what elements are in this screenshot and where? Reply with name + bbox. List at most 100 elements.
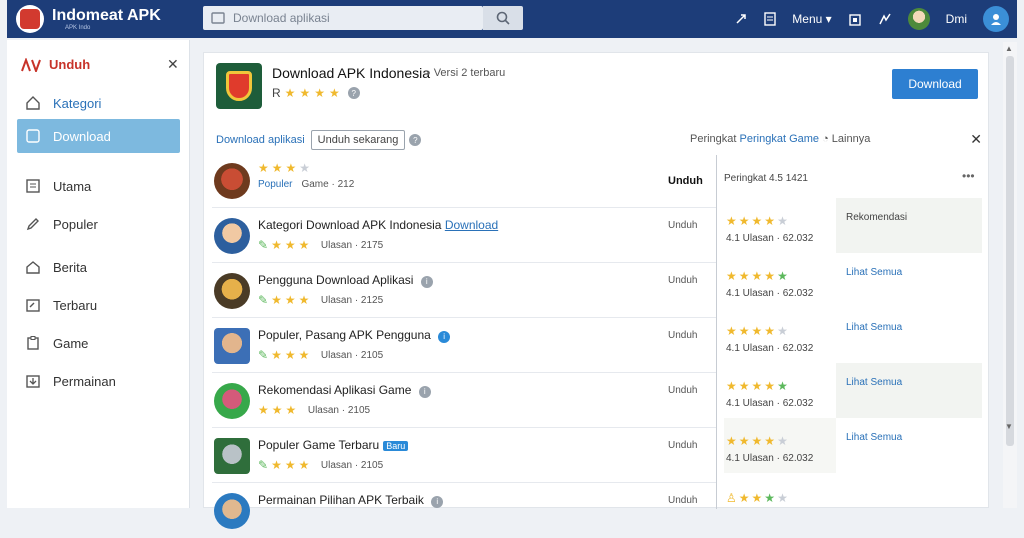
filter-right-prefix: Peringkat xyxy=(690,133,737,145)
list-item[interactable]: ★ ★ ★ ★ Populer Game · 212 Unduh xyxy=(212,153,716,208)
user-icon xyxy=(991,14,1001,25)
row-tag[interactable]: Download xyxy=(445,218,498,232)
scroll-down-icon[interactable]: ▼ xyxy=(1005,422,1013,431)
row-action[interactable]: Unduh xyxy=(668,385,697,396)
row-action[interactable]: Unduh xyxy=(668,275,697,286)
hero-rating: R ★ ★ ★ ★ ? xyxy=(272,86,360,100)
row-name-text: Permainan Pilihan APK Terbaik xyxy=(258,493,424,507)
app-title: Indomeat APK xyxy=(52,7,161,24)
user-avatar[interactable] xyxy=(907,8,930,30)
sidebar-item-berita[interactable]: Berita xyxy=(17,250,180,284)
help-icon[interactable]: ? xyxy=(409,134,422,146)
side-panel[interactable]: Lihat Semua xyxy=(836,253,982,308)
star-icon: ★ xyxy=(777,434,788,448)
main-panel: Download APK Indonesia ◑ Versi 2 terbaru… xyxy=(203,52,989,529)
logo-mark xyxy=(20,9,40,29)
row-action[interactable]: Unduh xyxy=(668,440,697,451)
side-panel[interactable]: Lihat Semua xyxy=(836,363,982,418)
list-item[interactable]: Populer Game Terbaru Baru ✎ ★ ★ ★ Ulasan · 2… xyxy=(212,428,716,483)
clipboard-icon xyxy=(27,336,39,350)
scroll-thumb[interactable] xyxy=(1006,56,1014,446)
side-panel[interactable]: Lihat Semua xyxy=(836,418,982,473)
more-icon[interactable]: ••• xyxy=(962,169,975,183)
sidebar-item-utama[interactable]: Utama xyxy=(17,169,180,203)
info-icon[interactable]: i xyxy=(438,330,451,343)
sidebar-item-populer[interactable]: Populer xyxy=(17,207,180,241)
rating-row-panel: Lihat Semua xyxy=(836,418,982,473)
star-icon: ★ xyxy=(738,434,750,448)
square-icon xyxy=(26,129,40,143)
row-action[interactable]: Unduh xyxy=(668,175,703,187)
star-icon: ★ xyxy=(271,348,282,362)
side-panel[interactable]: Rekomendasi xyxy=(836,198,982,253)
info-icon[interactable]: i xyxy=(418,385,431,398)
hero-meta-text: Versi 2 terbaru xyxy=(433,67,506,79)
star-icon: ★ xyxy=(738,379,750,393)
rating-row: ★ ★ ★ ★ ★ 4.1 Ulasan · 62.032 xyxy=(724,418,836,473)
sidebar-item-download[interactable]: Download xyxy=(17,119,180,153)
star-icon: ★ xyxy=(328,86,340,100)
row-sub-text: Ulasan · 2175 xyxy=(320,239,384,251)
menu-dropdown[interactable]: Menu ▾ xyxy=(792,12,831,26)
row-name-text: Populer Game Terbaru xyxy=(258,438,380,452)
hero-title: Download APK Indonesia xyxy=(272,65,430,81)
star-icon: ★ xyxy=(271,403,283,417)
side-panel[interactable]: Lihat Semua xyxy=(836,308,982,363)
app-logo[interactable] xyxy=(16,5,44,33)
close-icon[interactable]: ✕ xyxy=(167,56,179,73)
search-button[interactable] xyxy=(483,6,523,30)
sidebar-item-label: Kategori xyxy=(53,95,102,111)
info-icon[interactable]: i xyxy=(420,275,433,288)
panel-link[interactable]: Lihat Semua xyxy=(846,267,902,278)
scroll-up-icon[interactable]: ▲ xyxy=(1005,44,1013,53)
panel-link[interactable]: Lihat Semua xyxy=(846,377,902,388)
share-icon[interactable] xyxy=(734,12,748,26)
search-input[interactable]: Download aplikasi xyxy=(203,6,483,30)
row-action[interactable]: Unduh xyxy=(668,220,697,231)
row-name-text: Populer, Pasang APK Pengguna xyxy=(258,328,431,342)
sidebar-header-label: Unduh xyxy=(49,57,91,72)
download-button[interactable]: Download xyxy=(892,69,978,99)
close-icon[interactable]: ✕ xyxy=(970,131,982,148)
scrollbar[interactable]: ▲ ▼ xyxy=(1003,42,1017,508)
document-icon[interactable] xyxy=(764,12,776,26)
panel-link[interactable]: Lihat Semua xyxy=(846,322,902,333)
star-icon: ★ xyxy=(299,86,311,100)
star-icon: ★ xyxy=(751,324,763,338)
list-item[interactable]: Populer, Pasang APK Pengguna i ✎ ★ ★ ★ Ulas… xyxy=(212,318,716,373)
hero-meta: ◑ Versi 2 terbaru xyxy=(424,67,506,79)
filter-right-suffix[interactable]: Lainnya xyxy=(832,133,871,145)
row-action[interactable]: Unduh xyxy=(668,495,697,506)
sidebar-item-permainan[interactable]: Permainan xyxy=(17,364,180,398)
list-item[interactable]: Pengguna Download Aplikasi i ✎ ★ ★ ★ Ulasan… xyxy=(212,263,716,318)
brand-glyph-icon xyxy=(21,57,41,72)
list-item[interactable]: Permainan Pilihan APK Terbaik i Unduh xyxy=(212,483,716,538)
sidebar-item-terbaru[interactable]: Terbaru xyxy=(17,288,180,322)
user-label[interactable]: Dmi xyxy=(946,12,967,26)
info-icon[interactable]: i xyxy=(431,495,444,508)
star-icon: ★ xyxy=(751,379,763,393)
star-icon: ★ xyxy=(777,214,788,228)
rating-header: Peringkat 4.5 1421 xyxy=(724,173,808,184)
row-name: Permainan Pilihan APK Terbaik i xyxy=(258,493,444,508)
building-icon[interactable] xyxy=(848,12,862,26)
app-avatar xyxy=(214,328,250,364)
star-icon: ♙ xyxy=(726,491,737,505)
star-icon: ★ xyxy=(777,379,788,393)
row-action[interactable]: Unduh xyxy=(668,330,697,341)
rating-row: ★ ★ ★ ★ ★ 4.1 Ulasan · 62.032 Lihat Semua xyxy=(724,253,980,308)
sidebar-item-game[interactable]: Game xyxy=(17,326,180,360)
help-icon[interactable]: ? xyxy=(347,87,360,99)
app-avatar xyxy=(214,383,250,419)
profile-button[interactable] xyxy=(983,6,1009,32)
ranking-link[interactable]: Peringkat Game xyxy=(740,133,819,145)
search-field-icon xyxy=(211,12,225,24)
filter-input[interactable]: Unduh sekarang xyxy=(310,130,406,150)
hero-app-icon[interactable] xyxy=(216,63,262,109)
sidebar-item-kategori[interactable]: Kategori xyxy=(17,86,180,120)
list-item[interactable]: Kategori Download APK Indonesia Download… xyxy=(212,208,716,263)
panel-link[interactable]: Lihat Semua xyxy=(846,432,902,443)
list-item[interactable]: Rekomendasi Aplikasi Game i ★ ★ ★ Ulasan ·… xyxy=(212,373,716,428)
row-sub-text: Ulasan · 2125 xyxy=(320,294,384,306)
puzzle-icon[interactable] xyxy=(878,12,892,26)
